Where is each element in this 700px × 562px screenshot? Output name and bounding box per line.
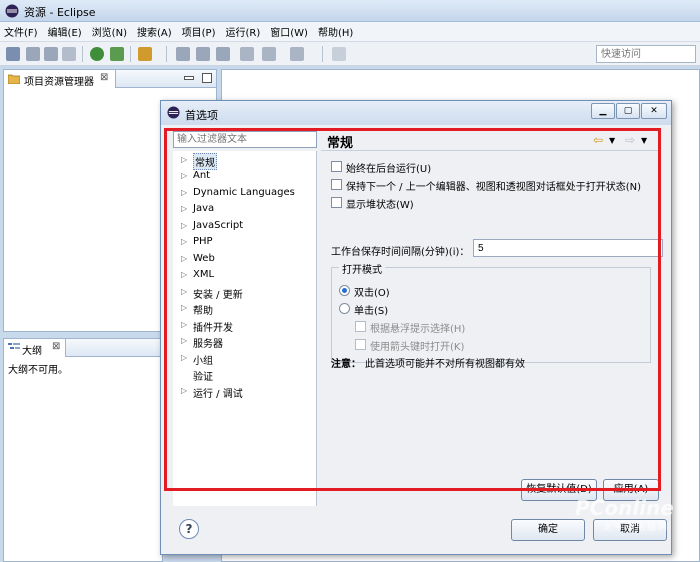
eclipse-logo-icon	[167, 106, 180, 119]
menu-project[interactable]: 项目(P)	[182, 24, 216, 39]
watermark-subtitle: 太平洋电脑网	[603, 523, 670, 533]
minimize-icon[interactable]	[184, 76, 194, 80]
quick-access-input[interactable]	[596, 45, 696, 63]
last-edit-icon[interactable]	[216, 47, 230, 61]
maximize-icon[interactable]	[202, 73, 212, 83]
outline-view: 大纲 ⊠ 大纲不可用。	[3, 338, 163, 562]
folder-icon	[8, 74, 20, 84]
search-tool-icon[interactable]	[138, 47, 152, 61]
back-icon[interactable]	[240, 47, 254, 61]
ok-button[interactable]: 确定	[511, 519, 585, 541]
history-icon[interactable]	[290, 47, 304, 61]
menu-edit[interactable]: 编辑(E)	[48, 24, 82, 39]
pin-editor-icon[interactable]	[332, 47, 346, 61]
menu-help[interactable]: 帮助(H)	[318, 24, 353, 39]
maximize-button[interactable]: ▢	[616, 103, 640, 119]
main-toolbar	[0, 42, 700, 66]
debug-icon[interactable]	[90, 47, 104, 61]
menu-window[interactable]: 窗口(W)	[270, 24, 308, 39]
tab-project-explorer[interactable]: 项目资源管理器 ⊠	[4, 70, 116, 88]
dialog-title: 首选项	[185, 109, 218, 122]
forward-icon[interactable]	[262, 47, 276, 61]
menu-file[interactable]: 文件(F)	[4, 24, 38, 39]
project-explorer-title: 项目资源管理器	[24, 77, 94, 88]
close-button[interactable]: ✕	[641, 103, 667, 119]
run-icon[interactable]	[110, 47, 124, 61]
watermark-logo: PConline	[575, 496, 674, 520]
window-titlebar: 资源 - Eclipse	[0, 0, 700, 22]
save-icon[interactable]	[26, 47, 40, 61]
new-icon[interactable]	[6, 47, 20, 61]
minimize-button[interactable]: ▁	[591, 103, 615, 119]
outline-icon	[8, 343, 20, 349]
outline-tabbar: 大纲 ⊠	[4, 339, 162, 357]
menu-bar: 文件(F) 编辑(E) 浏览(N) 搜索(A) 项目(P) 运行(R) 窗口(W…	[0, 22, 700, 42]
close-icon[interactable]: ⊠	[52, 341, 60, 352]
tab-outline[interactable]: 大纲 ⊠	[4, 339, 66, 357]
outline-message: 大纲不可用。	[8, 365, 68, 376]
highlight-rectangle	[164, 128, 661, 491]
menu-search[interactable]: 搜索(A)	[137, 24, 172, 39]
dialog-titlebar: 首选项 ▁ ▢ ✕	[161, 101, 671, 125]
save-all-icon[interactable]	[44, 47, 58, 61]
next-annotation-icon[interactable]	[176, 47, 190, 61]
project-explorer-tabbar: 项目资源管理器 ⊠	[4, 70, 216, 88]
help-icon[interactable]: ?	[179, 519, 199, 539]
print-icon[interactable]	[62, 47, 76, 61]
menu-run[interactable]: 运行(R)	[225, 24, 260, 39]
outline-title: 大纲	[22, 346, 42, 357]
window-title: 资源 - Eclipse	[24, 6, 96, 19]
close-icon[interactable]: ⊠	[100, 72, 108, 83]
eclipse-logo-icon	[5, 4, 19, 18]
menu-navigate[interactable]: 浏览(N)	[92, 24, 127, 39]
prev-annotation-icon[interactable]	[196, 47, 210, 61]
